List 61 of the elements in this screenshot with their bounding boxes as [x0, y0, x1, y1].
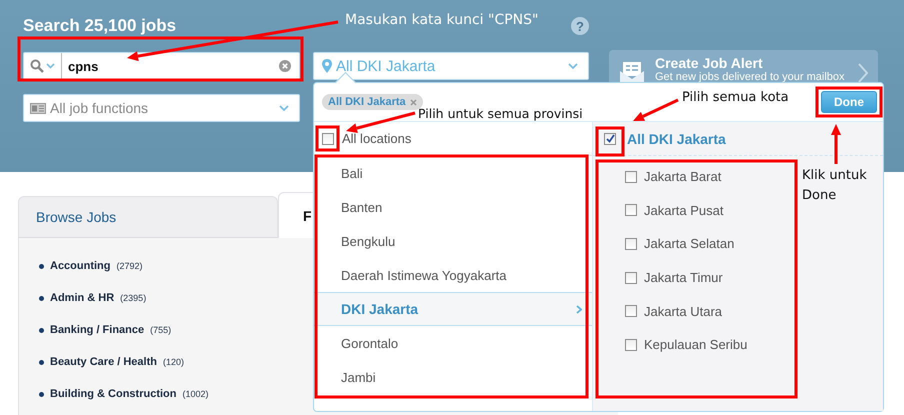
category-count: (2395) [120, 293, 146, 303]
close-icon[interactable] [410, 98, 417, 106]
province-item[interactable]: Bengkulu [314, 224, 592, 258]
highlight-frame [816, 86, 882, 118]
bullet-icon [39, 360, 44, 364]
search-title: Search 25,100 jobs [23, 16, 176, 36]
category-count: (1002) [182, 389, 208, 399]
annotation-arrow [633, 98, 679, 121]
province-item[interactable]: Gorontalo [314, 326, 592, 360]
checkbox[interactable] [625, 238, 637, 250]
checkbox-label[interactable]: Jakarta Barat [644, 169, 722, 184]
chevron-down-icon[interactable] [279, 105, 289, 111]
job-function-select[interactable]: All job functions [23, 94, 300, 122]
annotation-arrow [831, 124, 841, 164]
province-item[interactable]: Banten [314, 190, 592, 224]
province-item[interactable]: Jambi [314, 360, 592, 394]
annotation-arrow [346, 112, 416, 134]
category-link[interactable]: Beauty Care / Health [50, 356, 157, 368]
annotation-text: Masukan kata kunci "CPNS" [345, 12, 538, 28]
search-icon[interactable] [30, 59, 44, 73]
checkbox[interactable] [604, 132, 616, 144]
category-link[interactable]: Admin & HR [50, 292, 114, 304]
checkbox-label[interactable]: Kepulauan Seribu [644, 337, 748, 352]
category-count: (120) [162, 357, 184, 367]
bullet-icon [39, 392, 44, 396]
clear-icon[interactable] [279, 60, 291, 72]
category-count: (2792) [116, 261, 143, 271]
card-icon [30, 102, 46, 114]
pin-icon [322, 59, 332, 73]
chevron-down-icon[interactable] [568, 63, 578, 69]
checkbox[interactable] [625, 272, 637, 284]
checkbox[interactable] [625, 204, 637, 216]
category-link[interactable]: Building & Construction [50, 388, 176, 400]
checkbox[interactable] [322, 132, 334, 144]
province-item[interactable]: Bali [314, 156, 592, 190]
checkbox[interactable] [625, 338, 637, 351]
highlight-frame [596, 126, 624, 156]
checkbox-label[interactable]: Jakarta Pusat [644, 202, 724, 218]
job-alert-title: Create Job Alert [655, 55, 764, 71]
tab[interactable]: Browse Jobs [18, 196, 278, 238]
job-function-input[interactable]: All job functions [46, 99, 279, 117]
job-alert-subtitle: Get new jobs delivered to your mailbox [655, 71, 846, 83]
checkbox-label[interactable]: Jakarta Selatan [644, 236, 734, 252]
annotation-text: Klik untuk Done [802, 167, 868, 205]
chevron-right-icon [576, 304, 582, 314]
chevron-down-icon[interactable] [46, 63, 55, 69]
checkbox-label[interactable]: Jakarta Timur [644, 270, 723, 286]
checkbox-label[interactable]: All locations [342, 131, 412, 146]
keyword-input[interactable]: cpns [62, 58, 279, 74]
category-count: (755) [150, 325, 172, 335]
bullet-icon [39, 328, 44, 332]
bullet-icon [39, 264, 44, 268]
category-link[interactable]: Accounting [50, 260, 110, 272]
highlight-frame [316, 126, 340, 152]
search-bar[interactable]: cpns [23, 52, 300, 80]
checkbox[interactable] [625, 305, 637, 318]
category-link[interactable]: Banking / Finance [50, 324, 144, 336]
checkbox[interactable] [625, 170, 637, 183]
bullet-icon [39, 296, 44, 300]
province-item[interactable]: Daerah Istimewa Yogyakarta [314, 258, 592, 292]
checkbox-label[interactable]: Jakarta Utara [644, 304, 722, 319]
